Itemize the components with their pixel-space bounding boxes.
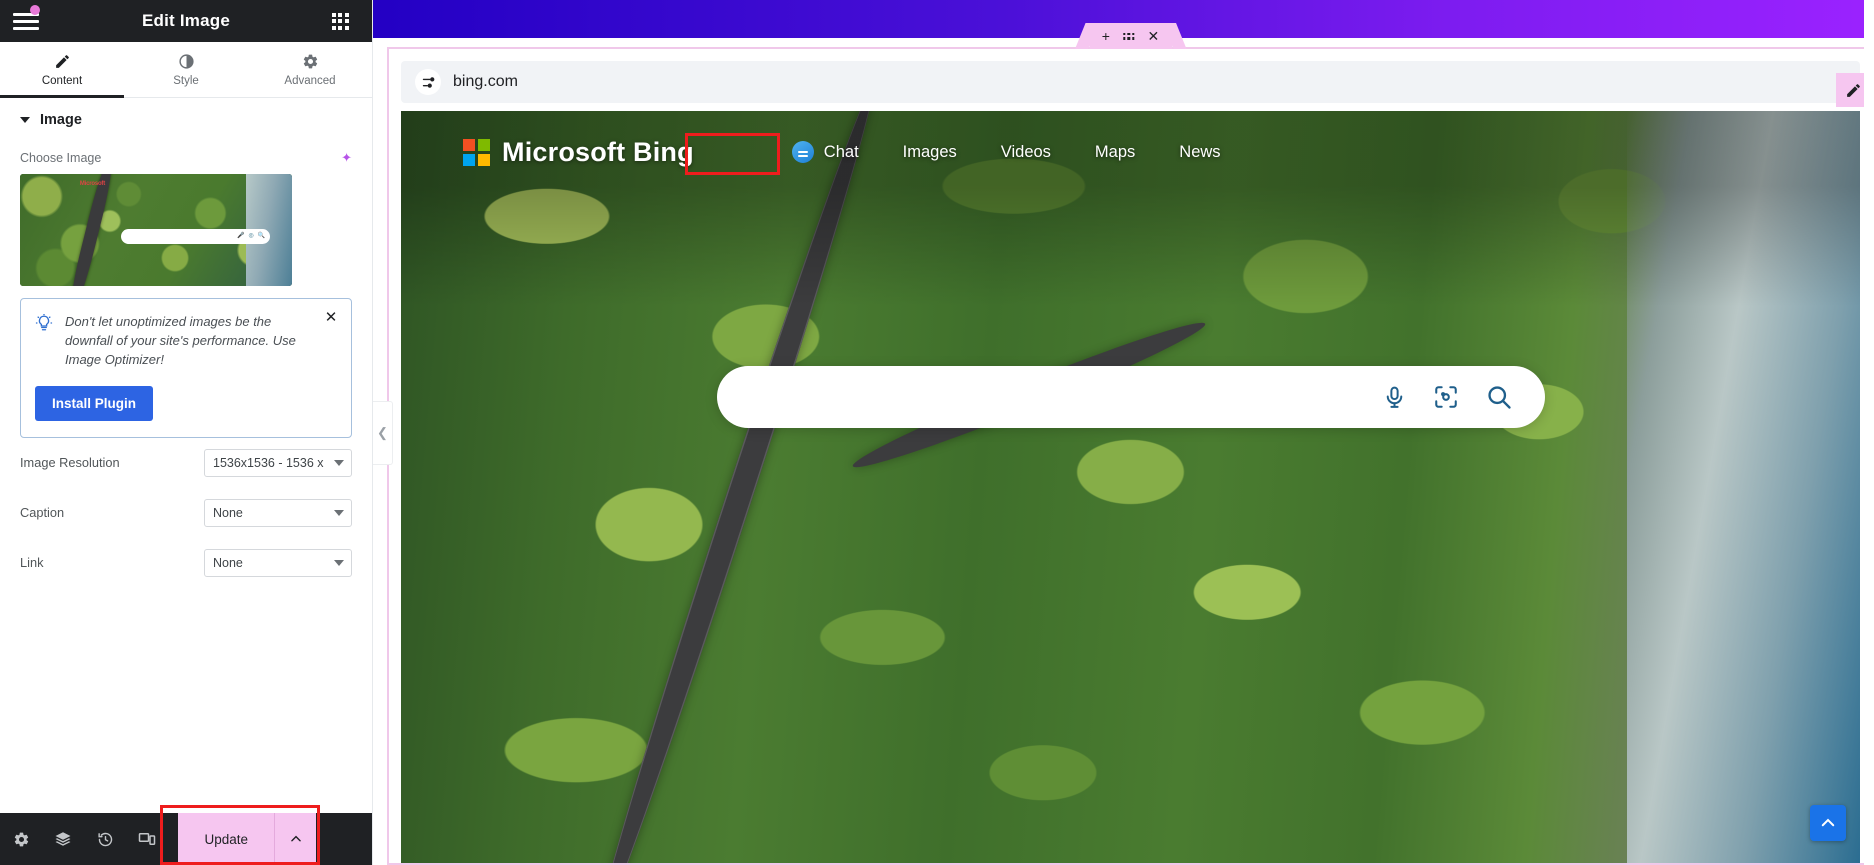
- drag-handle-icon[interactable]: [1122, 32, 1135, 40]
- url-text: bing.com: [453, 73, 518, 90]
- hamburger-menu-icon: [13, 12, 39, 30]
- bing-chat-icon: [791, 141, 814, 163]
- image-resolution-select[interactable]: 1536x1536 - 1536 x: [204, 448, 352, 477]
- app-root: Edit Image Content Style Advanced Image …: [0, 0, 1874, 865]
- bing-nav-item-maps[interactable]: Maps: [1073, 136, 1157, 169]
- responsive-mode-icon[interactable]: [126, 813, 168, 865]
- image-section-header[interactable]: Image: [0, 98, 372, 140]
- close-icon[interactable]: ✕: [322, 309, 340, 327]
- thumbnail-search-icon: 🔍: [257, 233, 266, 240]
- caption-label: Caption: [20, 505, 65, 521]
- update-button[interactable]: Update: [178, 813, 274, 865]
- image-resolution-row: Image Resolution 1536x1536 - 1536 x: [0, 438, 372, 488]
- settings-gear-icon[interactable]: [0, 813, 42, 865]
- plus-icon[interactable]: +: [1102, 29, 1110, 43]
- bing-nav-item-chat[interactable]: Chat: [770, 134, 881, 170]
- canvas-right-edge: [1864, 0, 1874, 865]
- caret-down-icon: [20, 117, 30, 123]
- choose-image-field: Choose Image ✦ Microsoft 🎤 ◎ 🔍: [0, 150, 372, 286]
- panel-header: Edit Image: [0, 0, 372, 42]
- panel-footer: Update: [0, 805, 372, 865]
- pencil-icon: [54, 53, 71, 70]
- tab-content-label: Content: [41, 74, 83, 87]
- notification-dot: [30, 5, 40, 15]
- tab-style[interactable]: Style: [124, 42, 248, 97]
- thumbnail-logo-text: Microsoft: [79, 180, 106, 187]
- link-row: Link None: [0, 538, 372, 588]
- bing-nav-news-label: News: [1179, 142, 1221, 161]
- install-plugin-button[interactable]: Install Plugin: [35, 385, 154, 421]
- close-icon[interactable]: ✕: [1147, 29, 1159, 43]
- page-settings-icon[interactable]: [415, 69, 441, 95]
- bing-nav-item-images[interactable]: Images: [881, 136, 979, 169]
- contrast-icon: [178, 53, 195, 70]
- image-section-title: Image: [40, 112, 82, 128]
- image-resolution-select-wrap: 1536x1536 - 1536 x: [204, 448, 352, 477]
- microsoft-bing-logo-text: Microsoft Bing: [502, 136, 694, 167]
- tab-advanced[interactable]: Advanced: [248, 42, 372, 97]
- url-bar[interactable]: bing.com: [401, 61, 1860, 103]
- bing-navbar: Microsoft Bing Chat Images Videos Maps N…: [401, 129, 1860, 175]
- thumbnail-visual-search-icon: ◎: [248, 233, 254, 240]
- link-select-wrap: None: [204, 548, 352, 577]
- caption-select-wrap: None: [204, 498, 352, 527]
- image-resolution-label: Image Resolution: [20, 455, 120, 471]
- tab-advanced-label: Advanced: [284, 74, 336, 87]
- scroll-to-top-button[interactable]: [1810, 805, 1846, 841]
- search-icon[interactable]: [1485, 383, 1513, 411]
- bing-nav-item-videos[interactable]: Videos: [979, 136, 1073, 169]
- update-group: Update: [178, 813, 316, 865]
- update-options-button[interactable]: [274, 813, 316, 865]
- panel-tabs: Content Style Advanced: [0, 42, 372, 98]
- tab-content[interactable]: Content: [0, 42, 124, 98]
- caption-row: Caption None: [0, 488, 372, 538]
- image-widget-container[interactable]: + ✕ bing.com Microsoft Bing Chat Images …: [387, 23, 1874, 865]
- bing-page: Microsoft Bing Chat Images Videos Maps N…: [401, 111, 1860, 863]
- choose-image-label-row: Choose Image ✦: [20, 150, 352, 166]
- promo-text: Don't let unoptimized images be the down…: [65, 314, 296, 367]
- bing-nav-images-label: Images: [902, 142, 957, 161]
- thumbnail-search-bar: 🎤 ◎ 🔍: [120, 228, 271, 244]
- bing-search-box[interactable]: [716, 366, 1545, 428]
- panel-collapse-handle[interactable]: ❮: [373, 400, 393, 465]
- promo-content: Don't let unoptimized images be the down…: [35, 313, 337, 370]
- microsoft-logo-icon: [463, 138, 490, 166]
- bing-nav-links: Chat Images Videos Maps News: [770, 134, 1243, 170]
- tab-style-label: Style: [173, 74, 199, 87]
- app-grid-icon: [331, 12, 349, 30]
- history-icon[interactable]: [84, 813, 126, 865]
- app-grid-button[interactable]: [320, 0, 360, 42]
- page-title: Edit Image: [142, 11, 230, 30]
- microsoft-bing-logo[interactable]: Microsoft Bing: [463, 137, 694, 168]
- hamburger-menu-button[interactable]: [0, 0, 52, 42]
- link-label: Link: [20, 555, 44, 571]
- ai-sparkle-icon[interactable]: ✦: [341, 150, 352, 166]
- microphone-icon[interactable]: [1382, 385, 1407, 410]
- bing-nav-maps-label: Maps: [1094, 142, 1136, 161]
- chevron-left-icon: ❮: [377, 424, 388, 440]
- bing-photo-overlay: [401, 111, 1860, 863]
- thumbnail-microphone-icon: 🎤: [237, 233, 245, 240]
- link-select[interactable]: None: [204, 548, 352, 577]
- editor-canvas: + ✕ bing.com Microsoft Bing Chat Images …: [373, 0, 1874, 865]
- visual-search-icon[interactable]: [1433, 384, 1459, 410]
- choose-image-label: Choose Image: [20, 151, 102, 165]
- elementor-panel: Edit Image Content Style Advanced Image …: [0, 0, 373, 865]
- gear-icon: [302, 53, 319, 70]
- caption-select[interactable]: None: [204, 498, 352, 527]
- bing-nav-videos-label: Videos: [1000, 142, 1051, 161]
- image-thumbnail[interactable]: Microsoft 🎤 ◎ 🔍: [20, 174, 292, 286]
- bing-nav-item-news[interactable]: News: [1157, 136, 1242, 169]
- navigator-layers-icon[interactable]: [42, 813, 84, 865]
- lightbulb-icon: [35, 313, 53, 370]
- widget-toolbar: + ✕: [1088, 23, 1173, 49]
- bing-nav-chat-label: Chat: [823, 142, 859, 161]
- image-optimizer-promo: ✕ Don't let unoptimized images be the do…: [20, 298, 352, 438]
- panel-body: Image Choose Image ✦ Microsoft 🎤 ◎ 🔍 ✕ D…: [0, 98, 372, 813]
